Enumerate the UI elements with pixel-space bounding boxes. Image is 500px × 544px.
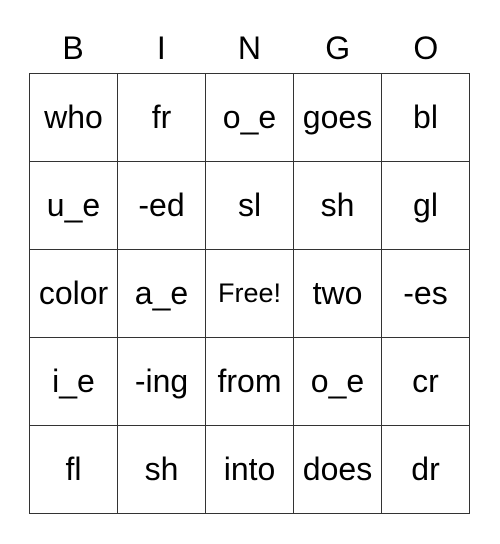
bingo-cell[interactable]: -ed: [118, 162, 206, 250]
bingo-cell[interactable]: -es: [382, 250, 470, 338]
bingo-cell[interactable]: gl: [382, 162, 470, 250]
bingo-cell[interactable]: fl: [30, 426, 118, 514]
bingo-cell[interactable]: o_e: [294, 338, 382, 426]
bingo-cell[interactable]: sh: [118, 426, 206, 514]
bingo-cell[interactable]: u_e: [30, 162, 118, 250]
bingo-cell[interactable]: goes: [294, 74, 382, 162]
header-letter-b: B: [62, 30, 84, 66]
bingo-cell[interactable]: dr: [382, 426, 470, 514]
header-letter-n: N: [237, 30, 262, 66]
bingo-cell[interactable]: cr: [382, 338, 470, 426]
free-space-cell[interactable]: Free!: [206, 250, 294, 338]
header-letter-g: G: [325, 30, 351, 66]
bingo-cell[interactable]: i_e: [30, 338, 118, 426]
bingo-cell[interactable]: who: [30, 74, 118, 162]
bingo-cell[interactable]: fr: [118, 74, 206, 162]
bingo-cell[interactable]: does: [294, 426, 382, 514]
header-letter-o: O: [413, 30, 439, 66]
bingo-cell[interactable]: from: [206, 338, 294, 426]
bingo-cell[interactable]: two: [294, 250, 382, 338]
bingo-cell[interactable]: o_e: [206, 74, 294, 162]
bingo-cell[interactable]: sl: [206, 162, 294, 250]
bingo-cell[interactable]: -ing: [118, 338, 206, 426]
header-letter-i: I: [156, 30, 166, 66]
bingo-cell[interactable]: into: [206, 426, 294, 514]
bingo-cell[interactable]: color: [30, 250, 118, 338]
bingo-cell[interactable]: a_e: [118, 250, 206, 338]
bingo-cell[interactable]: sh: [294, 162, 382, 250]
bingo-header: B I N G O: [29, 28, 471, 68]
bingo-grid: who fr o_e goes bl u_e -ed sl sh gl colo…: [29, 73, 470, 514]
bingo-cell[interactable]: bl: [382, 74, 470, 162]
